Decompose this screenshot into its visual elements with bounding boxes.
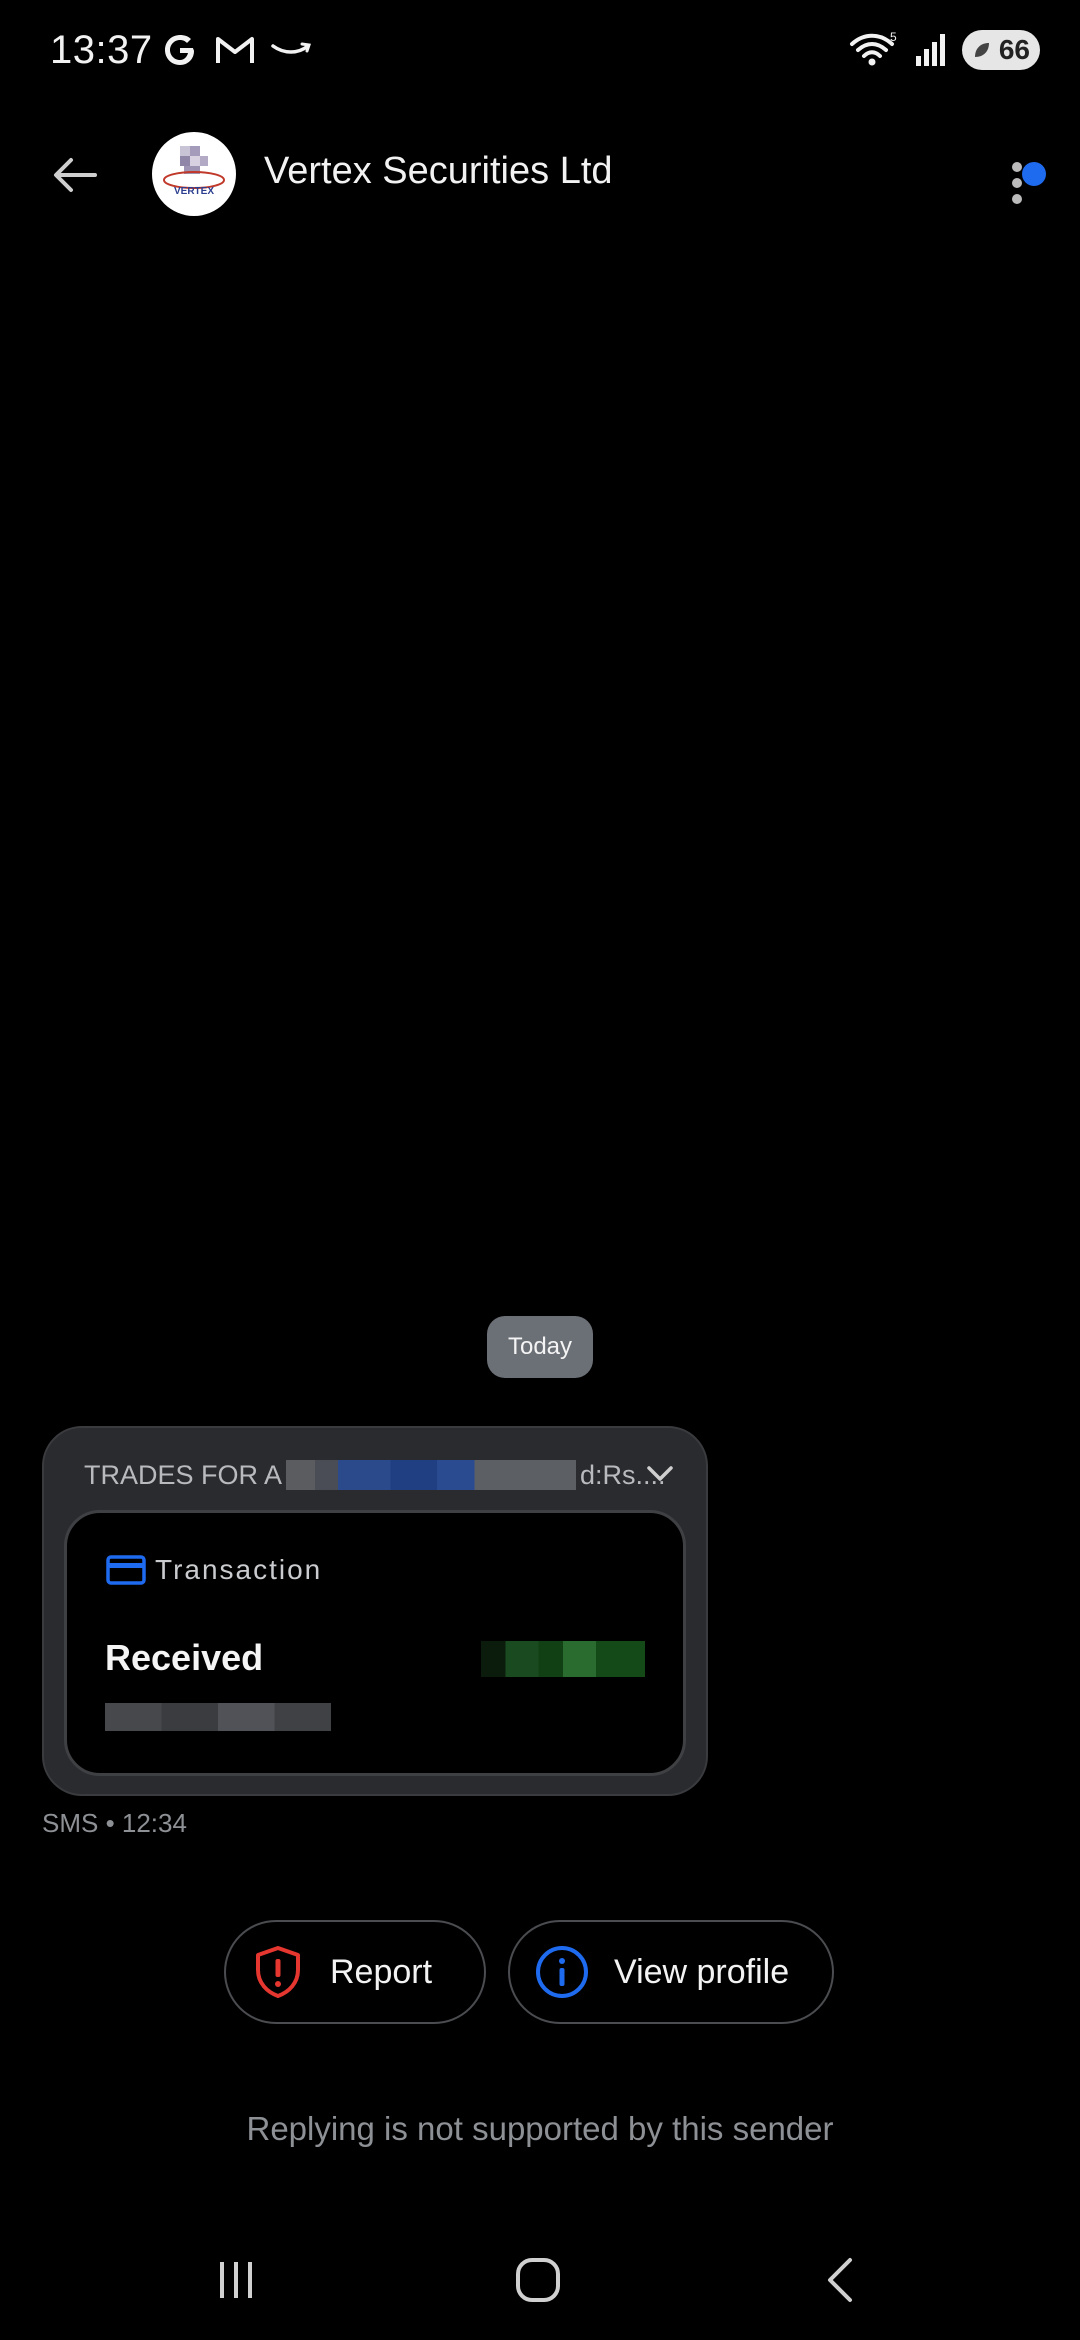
battery-saver-icon [975,43,989,57]
back-button[interactable] [40,145,110,205]
avatar-brand-text: VERTEX [174,186,214,197]
shield-alert-icon [250,1944,306,2000]
recent-apps-icon [220,2262,252,2298]
messages-screen: 13:37 5 66 VERTEX Vertex Securities Ltd … [0,0,1080,2340]
battery-indicator: 66 [962,30,1040,70]
card-tag-label: Transaction [155,1554,323,1585]
status-indicators: 5 66 [848,30,1040,70]
notification-icons [160,30,312,70]
reply-not-supported-note: Replying is not supported by this sender [246,2110,834,2147]
more-dot [1012,162,1022,172]
back-arrow-icon [54,158,97,192]
conversation-header: VERTEX Vertex Securities Ltd [0,120,1080,230]
navigation-bar [0,2220,1080,2340]
redacted-detail [105,1703,331,1731]
google-icon [165,35,194,65]
preview-prefix: TRADES FOR A [84,1459,283,1490]
amazon-icon [271,42,311,54]
nav-back-button[interactable] [800,2250,880,2310]
view-profile-button[interactable]: View profile [508,1920,834,2024]
unread-dot-icon [1022,162,1046,186]
gmail-icon [216,37,254,63]
info-icon [534,1944,590,2000]
card-title: Received [105,1637,264,1678]
message-preview: TRADES FOR A d:Rs.... [84,1450,674,1500]
date-separator: Today [487,1316,593,1378]
status-time: 13:37 [50,28,153,72]
wifi-icon: 5 [850,30,897,66]
card-icon [106,1555,146,1585]
home-icon [516,2258,560,2302]
chevron-left-icon [828,2258,852,2302]
conversation-title: Vertex Securities Ltd [264,150,613,192]
more-dot [1012,194,1022,204]
sender-avatar[interactable]: VERTEX [152,132,236,216]
vertex-logo-icon: VERTEX [163,146,225,197]
redacted-text [286,1460,577,1490]
status-bar: 13:37 5 66 [0,0,1080,110]
report-label: Report [330,1952,433,1991]
more-dot [1012,178,1022,188]
home-button[interactable] [498,2250,578,2310]
redacted-amount [481,1641,645,1677]
message-bubble[interactable]: TRADES FOR A d:Rs.... Transaction Receiv… [42,1426,708,1796]
transaction-card[interactable]: Transaction Received [64,1510,686,1776]
more-options-button[interactable] [990,140,1050,220]
battery-level: 66 [998,34,1030,65]
recent-apps-button[interactable] [196,2250,276,2310]
wifi-badge: 5 [890,30,897,44]
card-tag: Transaction [105,1553,322,1587]
message-meta: SMS • 12:34 [42,1808,187,1838]
signal-icon [916,34,945,66]
view-profile-label: View profile [614,1952,790,1991]
chevron-down-icon[interactable] [644,1458,676,1490]
report-button[interactable]: Report [224,1920,486,2024]
